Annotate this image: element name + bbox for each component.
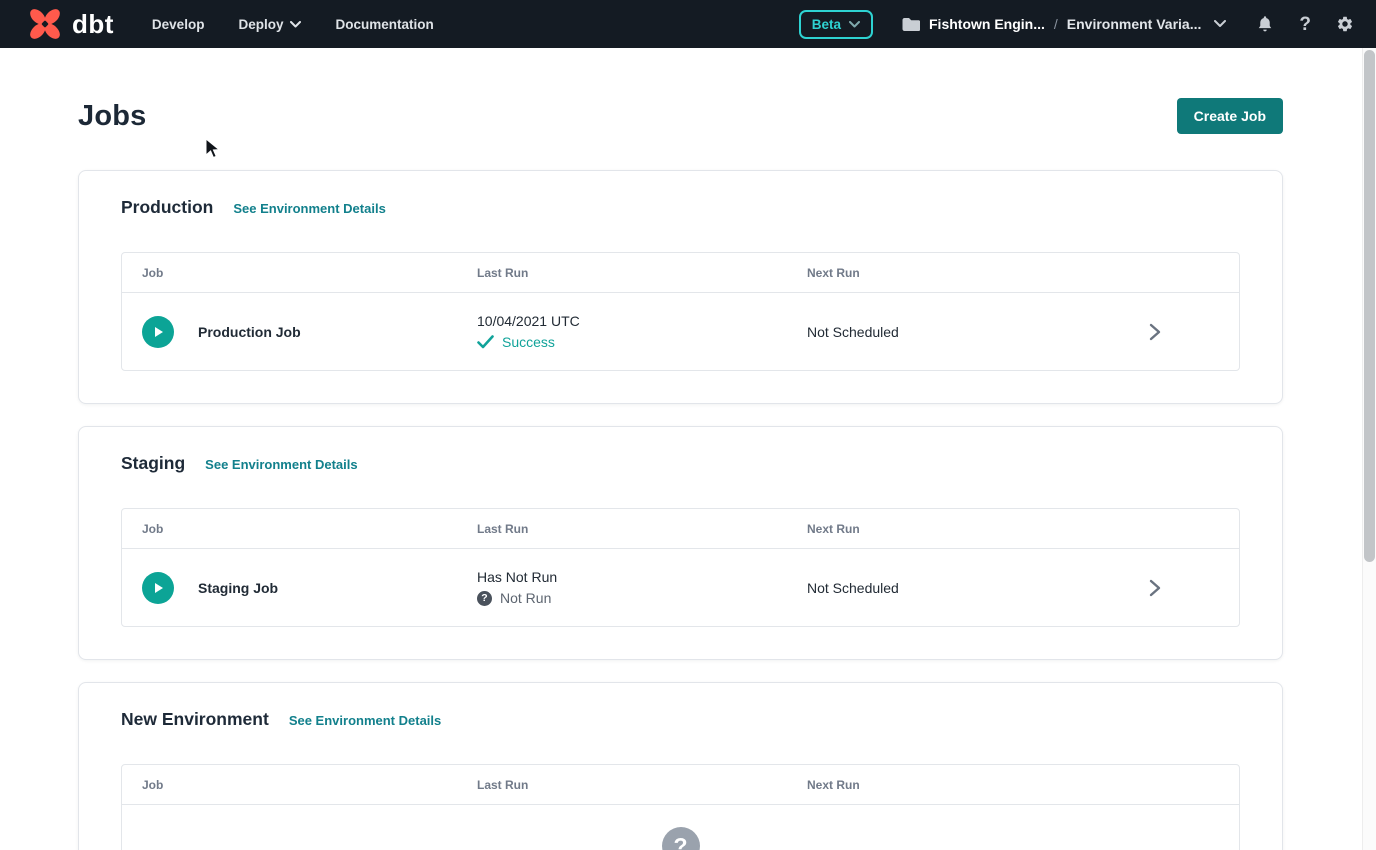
column-header-next-run: Next Run <box>807 266 1097 280</box>
breadcrumb[interactable]: Fishtown Engin... / Environment Varia... <box>901 16 1226 32</box>
dbt-flame-icon <box>26 5 64 43</box>
main-nav: Develop Deploy Documentation <box>152 17 434 32</box>
job-name[interactable]: Staging Job <box>198 580 278 596</box>
row-chevron-cell <box>1097 579 1239 597</box>
next-run-value: Not Scheduled <box>807 324 1097 340</box>
jobs-table: Job Last Run Next Run Production Job 10/… <box>121 252 1240 371</box>
next-run-value: Not Scheduled <box>807 580 1097 596</box>
chevron-right-icon <box>1149 323 1161 341</box>
jobs-table-header: Job Last Run Next Run <box>122 765 1239 805</box>
vertical-scrollbar-track[interactable] <box>1362 48 1376 850</box>
status-line: Success <box>477 334 807 350</box>
chevron-down-icon <box>290 21 301 28</box>
column-header-job: Job <box>142 266 477 280</box>
page-header: Jobs Create Job <box>78 98 1283 134</box>
dbt-wordmark: dbt <box>72 11 114 37</box>
last-run-date: 10/04/2021 UTC <box>477 313 807 329</box>
row-chevron-cell <box>1097 323 1239 341</box>
breadcrumb-separator: / <box>1054 16 1058 32</box>
status-line: ? Not Run <box>477 590 807 606</box>
chevron-right-icon <box>1149 579 1161 597</box>
environment-card-production: Production See Environment Details Job L… <box>78 170 1283 404</box>
nav-documentation[interactable]: Documentation <box>335 17 433 32</box>
environment-card-header: Production See Environment Details <box>121 197 1240 218</box>
beta-dropdown-button[interactable]: Beta <box>799 10 873 39</box>
success-check-icon <box>477 335 494 349</box>
help-icon[interactable]: ? <box>1299 15 1311 34</box>
dbt-logo[interactable]: dbt <box>26 5 114 43</box>
environment-card-header: Staging See Environment Details <box>121 453 1240 474</box>
not-run-question-icon: ? <box>477 591 492 606</box>
environment-card-header: New Environment See Environment Details <box>121 709 1240 730</box>
column-header-next-run: Next Run <box>807 778 1097 792</box>
job-cell: Staging Job <box>142 572 477 604</box>
page-title: Jobs <box>78 100 147 133</box>
last-run-date: Has Not Run <box>477 569 807 585</box>
jobs-table: Job Last Run Next Run ? <box>121 764 1240 850</box>
job-row-staging[interactable]: Staging Job Has Not Run ? Not Run Not Sc… <box>122 549 1239 626</box>
jobs-table-header: Job Last Run Next Run <box>122 509 1239 549</box>
job-name[interactable]: Production Job <box>198 324 301 340</box>
job-cell: Production Job <box>142 316 477 348</box>
environment-name: New Environment <box>121 709 269 730</box>
chevron-down-icon[interactable] <box>1214 20 1226 28</box>
jobs-page: Jobs Create Job Production See Environme… <box>78 48 1283 850</box>
nav-develop[interactable]: Develop <box>152 17 205 32</box>
environment-name: Production <box>121 197 213 218</box>
create-job-button[interactable]: Create Job <box>1177 98 1283 134</box>
jobs-table: Job Last Run Next Run Staging Job Has No… <box>121 508 1240 627</box>
column-header-next-run: Next Run <box>807 522 1097 536</box>
breadcrumb-page[interactable]: Environment Varia... <box>1067 16 1202 32</box>
chevron-down-icon <box>849 21 860 28</box>
environment-card-staging: Staging See Environment Details Job Last… <box>78 426 1283 660</box>
see-environment-details-link[interactable]: See Environment Details <box>233 201 385 216</box>
column-header-job: Job <box>142 522 477 536</box>
column-header-last-run: Last Run <box>477 778 807 792</box>
see-environment-details-link[interactable]: See Environment Details <box>289 713 441 728</box>
status-badge: Success <box>502 334 555 350</box>
play-icon <box>151 325 165 339</box>
run-job-play-button[interactable] <box>142 572 174 604</box>
last-run-cell: Has Not Run ? Not Run <box>477 569 807 606</box>
column-header-last-run: Last Run <box>477 522 807 536</box>
folder-icon <box>901 16 920 32</box>
navbar-icon-group: ? <box>1256 15 1354 34</box>
environment-name: Staging <box>121 453 185 474</box>
empty-jobs-body: ? <box>122 805 1239 850</box>
last-run-cell: 10/04/2021 UTC Success <box>477 313 807 350</box>
column-header-job: Job <box>142 778 477 792</box>
column-header-last-run: Last Run <box>477 266 807 280</box>
play-icon <box>151 581 165 595</box>
gear-icon[interactable] <box>1336 15 1354 33</box>
job-row-production[interactable]: Production Job 10/04/2021 UTC Success No… <box>122 293 1239 370</box>
environment-card-new-environment: New Environment See Environment Details … <box>78 682 1283 850</box>
notifications-bell-icon[interactable] <box>1256 15 1274 34</box>
see-environment-details-link[interactable]: See Environment Details <box>205 457 357 472</box>
vertical-scrollbar-thumb[interactable] <box>1364 50 1375 562</box>
status-badge: Not Run <box>500 590 551 606</box>
run-job-play-button[interactable] <box>142 316 174 348</box>
breadcrumb-project[interactable]: Fishtown Engin... <box>929 16 1045 32</box>
jobs-table-header: Job Last Run Next Run <box>122 253 1239 293</box>
top-navbar: dbt Develop Deploy Documentation Beta Fi… <box>0 0 1376 48</box>
empty-state-question-icon: ? <box>662 827 700 850</box>
nav-deploy[interactable]: Deploy <box>238 17 301 32</box>
